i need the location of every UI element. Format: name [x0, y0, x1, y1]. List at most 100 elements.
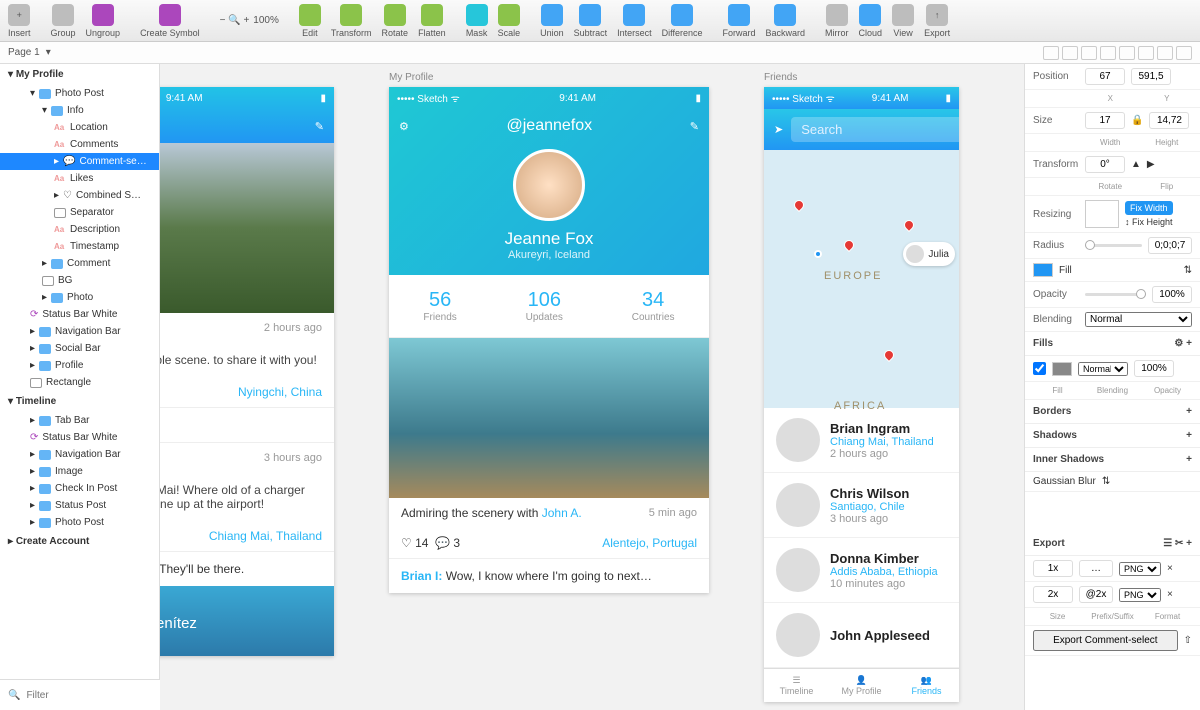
artboard-my-profile[interactable]: ••••• Sketch ᯤ9:41 AM▮ ⚙@jeannefox✎ Jean…	[389, 87, 709, 593]
resizing-preview[interactable]	[1085, 200, 1119, 228]
layer-filter-input[interactable]	[26, 690, 158, 701]
export-format-2[interactable]: PNG	[1119, 588, 1161, 602]
layer-photo[interactable]: ▸ Photo	[0, 289, 159, 306]
layer-info[interactable]: ▾ Info	[0, 102, 159, 119]
intersect-tool[interactable]: Intersect	[617, 4, 652, 38]
flip-h-icon[interactable]: ▲	[1131, 159, 1141, 170]
friend-row[interactable]: Brian IngramChiang Mai, Thailand2 hours …	[764, 408, 959, 473]
chevron-icon[interactable]: ⇅	[1102, 476, 1110, 487]
mirror-tool[interactable]: Mirror	[825, 4, 849, 38]
layer-comment-select[interactable]: ▸ 💬Comment-se…	[0, 153, 159, 170]
align-middle-icon[interactable]	[1119, 46, 1135, 60]
add-icon[interactable]: +	[1186, 338, 1192, 349]
backward-tool[interactable]: Backward	[766, 4, 806, 38]
canvas[interactable]: •••• ᯤ9:41 AM▮ TravelMate✎ ode2 hours ag…	[160, 64, 1024, 710]
layer-photo-post[interactable]: ▾ Photo Post	[0, 85, 159, 102]
map-pin[interactable]	[842, 238, 856, 252]
map-user-bubble[interactable]: Julia	[903, 242, 955, 266]
create-symbol-tool[interactable]: Create Symbol	[140, 4, 200, 38]
friend-row[interactable]: Chris WilsonSantiago, Chile3 hours ago	[764, 473, 959, 538]
artboard-timeline[interactable]: •••• ᯤ9:41 AM▮ TravelMate✎ ode2 hours ag…	[160, 87, 334, 656]
gear-icon[interactable]: ⚙	[1174, 338, 1183, 349]
transform-tool[interactable]: Transform	[331, 4, 372, 38]
input-height[interactable]	[1149, 112, 1189, 129]
distribute-v-icon[interactable]	[1176, 46, 1192, 60]
forward-tool[interactable]: Forward	[723, 4, 756, 38]
stat-countries[interactable]: 34Countries	[632, 289, 675, 323]
layer-timestamp[interactable]: AaTimestamp	[0, 238, 159, 255]
select-blending[interactable]: Normal	[1085, 312, 1192, 327]
layer-group-my-profile[interactable]: ▾ My Profile	[0, 64, 159, 85]
layer-socialbar[interactable]: ▸ Social Bar	[0, 340, 159, 357]
layer-description[interactable]: AaDescription	[0, 221, 159, 238]
page-selector[interactable]: Page 1	[8, 47, 40, 58]
flatten-tool[interactable]: Flatten	[418, 4, 446, 38]
map-pin[interactable]	[792, 198, 806, 212]
distribute-h-icon[interactable]	[1157, 46, 1173, 60]
compose-icon[interactable]: ✎	[315, 120, 324, 133]
tab-timeline[interactable]: ☰Timeline	[764, 669, 829, 702]
stat-updates[interactable]: 106Updates	[526, 289, 563, 323]
layer-combined[interactable]: ▸ ♡Combined S…	[0, 187, 159, 204]
layer-statuspost[interactable]: ▸ Status Post	[0, 497, 159, 514]
add-icon[interactable]: +	[1186, 538, 1192, 549]
input-rotation[interactable]	[1085, 156, 1125, 173]
layer-comments[interactable]: AaComments	[0, 136, 159, 153]
input-radius[interactable]	[1148, 237, 1192, 254]
artboard-label[interactable]: My Profile	[389, 72, 709, 83]
layer-navbar2[interactable]: ▸ Navigation Bar	[0, 446, 159, 463]
add-icon[interactable]: +	[1186, 430, 1192, 441]
ungroup-tool[interactable]: Ungroup	[86, 4, 121, 38]
compose-icon[interactable]: ✎	[690, 120, 699, 133]
layer-bg[interactable]: BG	[0, 272, 159, 289]
insert-tool[interactable]: +Insert	[8, 4, 31, 38]
layer-group-create-account[interactable]: ▸ Create Account	[0, 531, 159, 552]
add-icon[interactable]: +	[1186, 454, 1192, 465]
input-x[interactable]	[1085, 68, 1125, 85]
export-suffix-1[interactable]	[1079, 560, 1113, 577]
align-center-icon[interactable]	[1062, 46, 1078, 60]
export-suffix-2[interactable]	[1079, 586, 1113, 603]
layer-statusbar2[interactable]: ⟳Status Bar White	[0, 429, 159, 446]
view-tool[interactable]: View	[892, 4, 914, 38]
layer-group-timeline[interactable]: ▾ Timeline	[0, 391, 159, 412]
input-opacity[interactable]	[1152, 286, 1192, 303]
map[interactable]: EUROPE AFRICA Julia	[764, 150, 959, 408]
layer-location[interactable]: AaLocation	[0, 119, 159, 136]
knife-icon[interactable]: ✂	[1175, 538, 1183, 549]
post-location[interactable]: Chiang Mai, Thailand	[209, 529, 322, 543]
export-format-1[interactable]: PNG	[1119, 562, 1161, 576]
layer-image[interactable]: ▸ Image	[0, 463, 159, 480]
layer-tabbar[interactable]: ▸ Tab Bar	[0, 412, 159, 429]
radius-slider[interactable]	[1085, 244, 1142, 247]
rotate-tool[interactable]: Rotate	[382, 4, 409, 38]
post-location[interactable]: Nyingchi, China	[238, 385, 322, 399]
map-pin[interactable]	[882, 348, 896, 362]
share-icon[interactable]: ⇧	[1184, 635, 1192, 646]
fill-dropdown-icon[interactable]: ⇅	[1184, 265, 1192, 276]
remove-icon[interactable]: ×	[1167, 563, 1173, 574]
align-right-icon[interactable]	[1081, 46, 1097, 60]
union-tool[interactable]: Union	[540, 4, 564, 38]
align-left-icon[interactable]	[1043, 46, 1059, 60]
export-size-1[interactable]	[1033, 560, 1073, 577]
opacity-slider[interactable]	[1085, 293, 1146, 296]
gaussian-blur-label[interactable]: Gaussian Blur	[1033, 476, 1096, 487]
input-width[interactable]	[1085, 112, 1125, 129]
fill-enabled-checkbox[interactable]	[1033, 362, 1046, 375]
fill-blend-select[interactable]: Normal	[1078, 362, 1128, 376]
post-location[interactable]: Alentejo, Portugal	[602, 536, 697, 550]
fix-height-button[interactable]: ↕ Fix Height	[1125, 217, 1173, 227]
remove-icon[interactable]: ×	[1167, 589, 1173, 600]
edit-tool[interactable]: Edit	[299, 4, 321, 38]
layer-photopost2[interactable]: ▸ Photo Post	[0, 514, 159, 531]
scale-tool[interactable]: Scale	[498, 4, 521, 38]
layer-rectangle[interactable]: Rectangle	[0, 374, 159, 391]
align-top-icon[interactable]	[1100, 46, 1116, 60]
difference-tool[interactable]: Difference	[662, 4, 703, 38]
artboard-label[interactable]: Friends	[764, 72, 959, 83]
zoom-control[interactable]: − 🔍 + 100%	[220, 15, 279, 26]
export-size-2[interactable]	[1033, 586, 1073, 603]
layer-separator[interactable]: Separator	[0, 204, 159, 221]
layer-profile[interactable]: ▸ Profile	[0, 357, 159, 374]
